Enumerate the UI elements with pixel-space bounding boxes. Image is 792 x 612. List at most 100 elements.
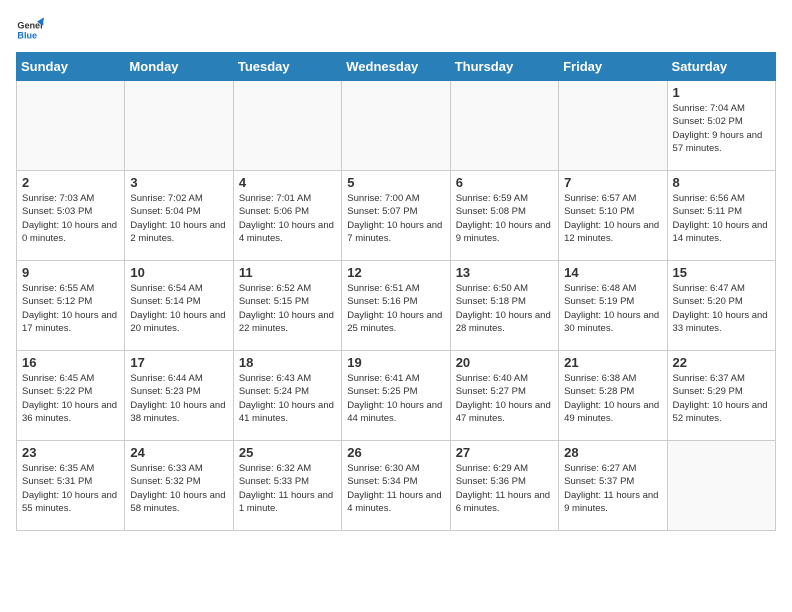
calendar-cell: 22 Sunrise: 6:37 AM Sunset: 5:29 PM Dayli… [667, 351, 775, 441]
day-number: 5 [347, 175, 444, 190]
logo: General Blue [16, 16, 44, 44]
weekday-header-row: SundayMondayTuesdayWednesdayThursdayFrid… [17, 53, 776, 81]
day-number: 13 [456, 265, 553, 280]
calendar-cell: 3 Sunrise: 7:02 AM Sunset: 5:04 PM Daylig… [125, 171, 233, 261]
calendar-week-3: 9 Sunrise: 6:55 AM Sunset: 5:12 PM Daylig… [17, 261, 776, 351]
calendar-cell [233, 81, 341, 171]
day-info: Sunrise: 6:40 AM Sunset: 5:27 PM Dayligh… [456, 372, 553, 425]
calendar-cell [125, 81, 233, 171]
day-number: 10 [130, 265, 227, 280]
calendar-cell: 8 Sunrise: 6:56 AM Sunset: 5:11 PM Daylig… [667, 171, 775, 261]
day-info: Sunrise: 6:29 AM Sunset: 5:36 PM Dayligh… [456, 462, 553, 515]
weekday-header-friday: Friday [559, 53, 667, 81]
calendar-cell: 7 Sunrise: 6:57 AM Sunset: 5:10 PM Daylig… [559, 171, 667, 261]
weekday-header-wednesday: Wednesday [342, 53, 450, 81]
day-info: Sunrise: 6:48 AM Sunset: 5:19 PM Dayligh… [564, 282, 661, 335]
calendar-week-2: 2Sunrise: 7:03 AM Sunset: 5:03 PM Daylig… [17, 171, 776, 261]
calendar-week-4: 16 Sunrise: 6:45 AM Sunset: 5:22 PM Dayli… [17, 351, 776, 441]
weekday-header-tuesday: Tuesday [233, 53, 341, 81]
day-info: Sunrise: 6:32 AM Sunset: 5:33 PM Dayligh… [239, 462, 336, 515]
day-number: 2 [22, 175, 119, 190]
calendar-cell: 6 Sunrise: 6:59 AM Sunset: 5:08 PM Daylig… [450, 171, 558, 261]
day-info: Sunrise: 7:02 AM Sunset: 5:04 PM Dayligh… [130, 192, 227, 245]
day-info: Sunrise: 6:41 AM Sunset: 5:25 PM Dayligh… [347, 372, 444, 425]
day-info: Sunrise: 6:33 AM Sunset: 5:32 PM Dayligh… [130, 462, 227, 515]
day-number: 16 [22, 355, 119, 370]
calendar-week-5: 23 Sunrise: 6:35 AM Sunset: 5:31 PM Dayli… [17, 441, 776, 531]
calendar-cell: 12 Sunrise: 6:51 AM Sunset: 5:16 PM Dayli… [342, 261, 450, 351]
calendar-cell [559, 81, 667, 171]
day-number: 17 [130, 355, 227, 370]
day-number: 3 [130, 175, 227, 190]
calendar-cell: 1 Sunrise: 7:04 AM Sunset: 5:02 PM Daylig… [667, 81, 775, 171]
day-info: Sunrise: 6:57 AM Sunset: 5:10 PM Dayligh… [564, 192, 661, 245]
day-number: 23 [22, 445, 119, 460]
day-info: Sunrise: 6:59 AM Sunset: 5:08 PM Dayligh… [456, 192, 553, 245]
calendar-cell: 16 Sunrise: 6:45 AM Sunset: 5:22 PM Dayli… [17, 351, 125, 441]
day-number: 7 [564, 175, 661, 190]
day-number: 8 [673, 175, 770, 190]
calendar-cell: 5 Sunrise: 7:00 AM Sunset: 5:07 PM Daylig… [342, 171, 450, 261]
calendar-cell: 19Sunrise: 6:41 AM Sunset: 5:25 PM Dayli… [342, 351, 450, 441]
calendar-cell: 26Sunrise: 6:30 AM Sunset: 5:34 PM Dayli… [342, 441, 450, 531]
day-info: Sunrise: 7:01 AM Sunset: 5:06 PM Dayligh… [239, 192, 336, 245]
calendar-cell: 25 Sunrise: 6:32 AM Sunset: 5:33 PM Dayli… [233, 441, 341, 531]
day-info: Sunrise: 7:04 AM Sunset: 5:02 PM Dayligh… [673, 102, 770, 155]
svg-text:Blue: Blue [17, 30, 37, 40]
day-number: 15 [673, 265, 770, 280]
day-info: Sunrise: 6:37 AM Sunset: 5:29 PM Dayligh… [673, 372, 770, 425]
day-number: 1 [673, 85, 770, 100]
calendar-cell: 13 Sunrise: 6:50 AM Sunset: 5:18 PM Dayli… [450, 261, 558, 351]
calendar-cell: 17 Sunrise: 6:44 AM Sunset: 5:23 PM Dayli… [125, 351, 233, 441]
header: General Blue [16, 16, 776, 44]
calendar-table: SundayMondayTuesdayWednesdayThursdayFrid… [16, 52, 776, 531]
calendar-cell [17, 81, 125, 171]
day-info: Sunrise: 6:55 AM Sunset: 5:12 PM Dayligh… [22, 282, 119, 335]
weekday-header-monday: Monday [125, 53, 233, 81]
calendar-cell: 18Sunrise: 6:43 AM Sunset: 5:24 PM Dayli… [233, 351, 341, 441]
day-info: Sunrise: 6:27 AM Sunset: 5:37 PM Dayligh… [564, 462, 661, 515]
day-number: 21 [564, 355, 661, 370]
day-info: Sunrise: 6:47 AM Sunset: 5:20 PM Dayligh… [673, 282, 770, 335]
day-number: 27 [456, 445, 553, 460]
calendar-cell: 21Sunrise: 6:38 AM Sunset: 5:28 PM Dayli… [559, 351, 667, 441]
calendar-cell: 14 Sunrise: 6:48 AM Sunset: 5:19 PM Dayli… [559, 261, 667, 351]
day-number: 6 [456, 175, 553, 190]
day-number: 11 [239, 265, 336, 280]
calendar-week-1: 1 Sunrise: 7:04 AM Sunset: 5:02 PM Daylig… [17, 81, 776, 171]
day-info: Sunrise: 6:51 AM Sunset: 5:16 PM Dayligh… [347, 282, 444, 335]
calendar-cell: 27 Sunrise: 6:29 AM Sunset: 5:36 PM Dayli… [450, 441, 558, 531]
day-number: 4 [239, 175, 336, 190]
calendar-cell: 24 Sunrise: 6:33 AM Sunset: 5:32 PM Dayli… [125, 441, 233, 531]
day-number: 25 [239, 445, 336, 460]
calendar-cell: 20 Sunrise: 6:40 AM Sunset: 5:27 PM Dayli… [450, 351, 558, 441]
calendar-cell: 28 Sunrise: 6:27 AM Sunset: 5:37 PM Dayli… [559, 441, 667, 531]
calendar-cell: 4 Sunrise: 7:01 AM Sunset: 5:06 PM Daylig… [233, 171, 341, 261]
calendar-cell: 2Sunrise: 7:03 AM Sunset: 5:03 PM Daylig… [17, 171, 125, 261]
calendar-cell: 10 Sunrise: 6:54 AM Sunset: 5:14 PM Dayli… [125, 261, 233, 351]
day-info: Sunrise: 6:50 AM Sunset: 5:18 PM Dayligh… [456, 282, 553, 335]
day-number: 28 [564, 445, 661, 460]
day-number: 22 [673, 355, 770, 370]
calendar-cell: 11Sunrise: 6:52 AM Sunset: 5:15 PM Dayli… [233, 261, 341, 351]
calendar-cell [667, 441, 775, 531]
day-info: Sunrise: 7:00 AM Sunset: 5:07 PM Dayligh… [347, 192, 444, 245]
day-number: 18 [239, 355, 336, 370]
day-info: Sunrise: 6:56 AM Sunset: 5:11 PM Dayligh… [673, 192, 770, 245]
calendar-cell [450, 81, 558, 171]
day-info: Sunrise: 6:44 AM Sunset: 5:23 PM Dayligh… [130, 372, 227, 425]
day-info: Sunrise: 6:54 AM Sunset: 5:14 PM Dayligh… [130, 282, 227, 335]
day-number: 24 [130, 445, 227, 460]
calendar-cell [342, 81, 450, 171]
calendar-cell: 23 Sunrise: 6:35 AM Sunset: 5:31 PM Dayli… [17, 441, 125, 531]
day-info: Sunrise: 6:35 AM Sunset: 5:31 PM Dayligh… [22, 462, 119, 515]
weekday-header-saturday: Saturday [667, 53, 775, 81]
day-number: 14 [564, 265, 661, 280]
day-info: Sunrise: 6:45 AM Sunset: 5:22 PM Dayligh… [22, 372, 119, 425]
day-number: 20 [456, 355, 553, 370]
day-info: Sunrise: 6:30 AM Sunset: 5:34 PM Dayligh… [347, 462, 444, 515]
day-number: 9 [22, 265, 119, 280]
day-number: 12 [347, 265, 444, 280]
weekday-header-sunday: Sunday [17, 53, 125, 81]
weekday-header-thursday: Thursday [450, 53, 558, 81]
